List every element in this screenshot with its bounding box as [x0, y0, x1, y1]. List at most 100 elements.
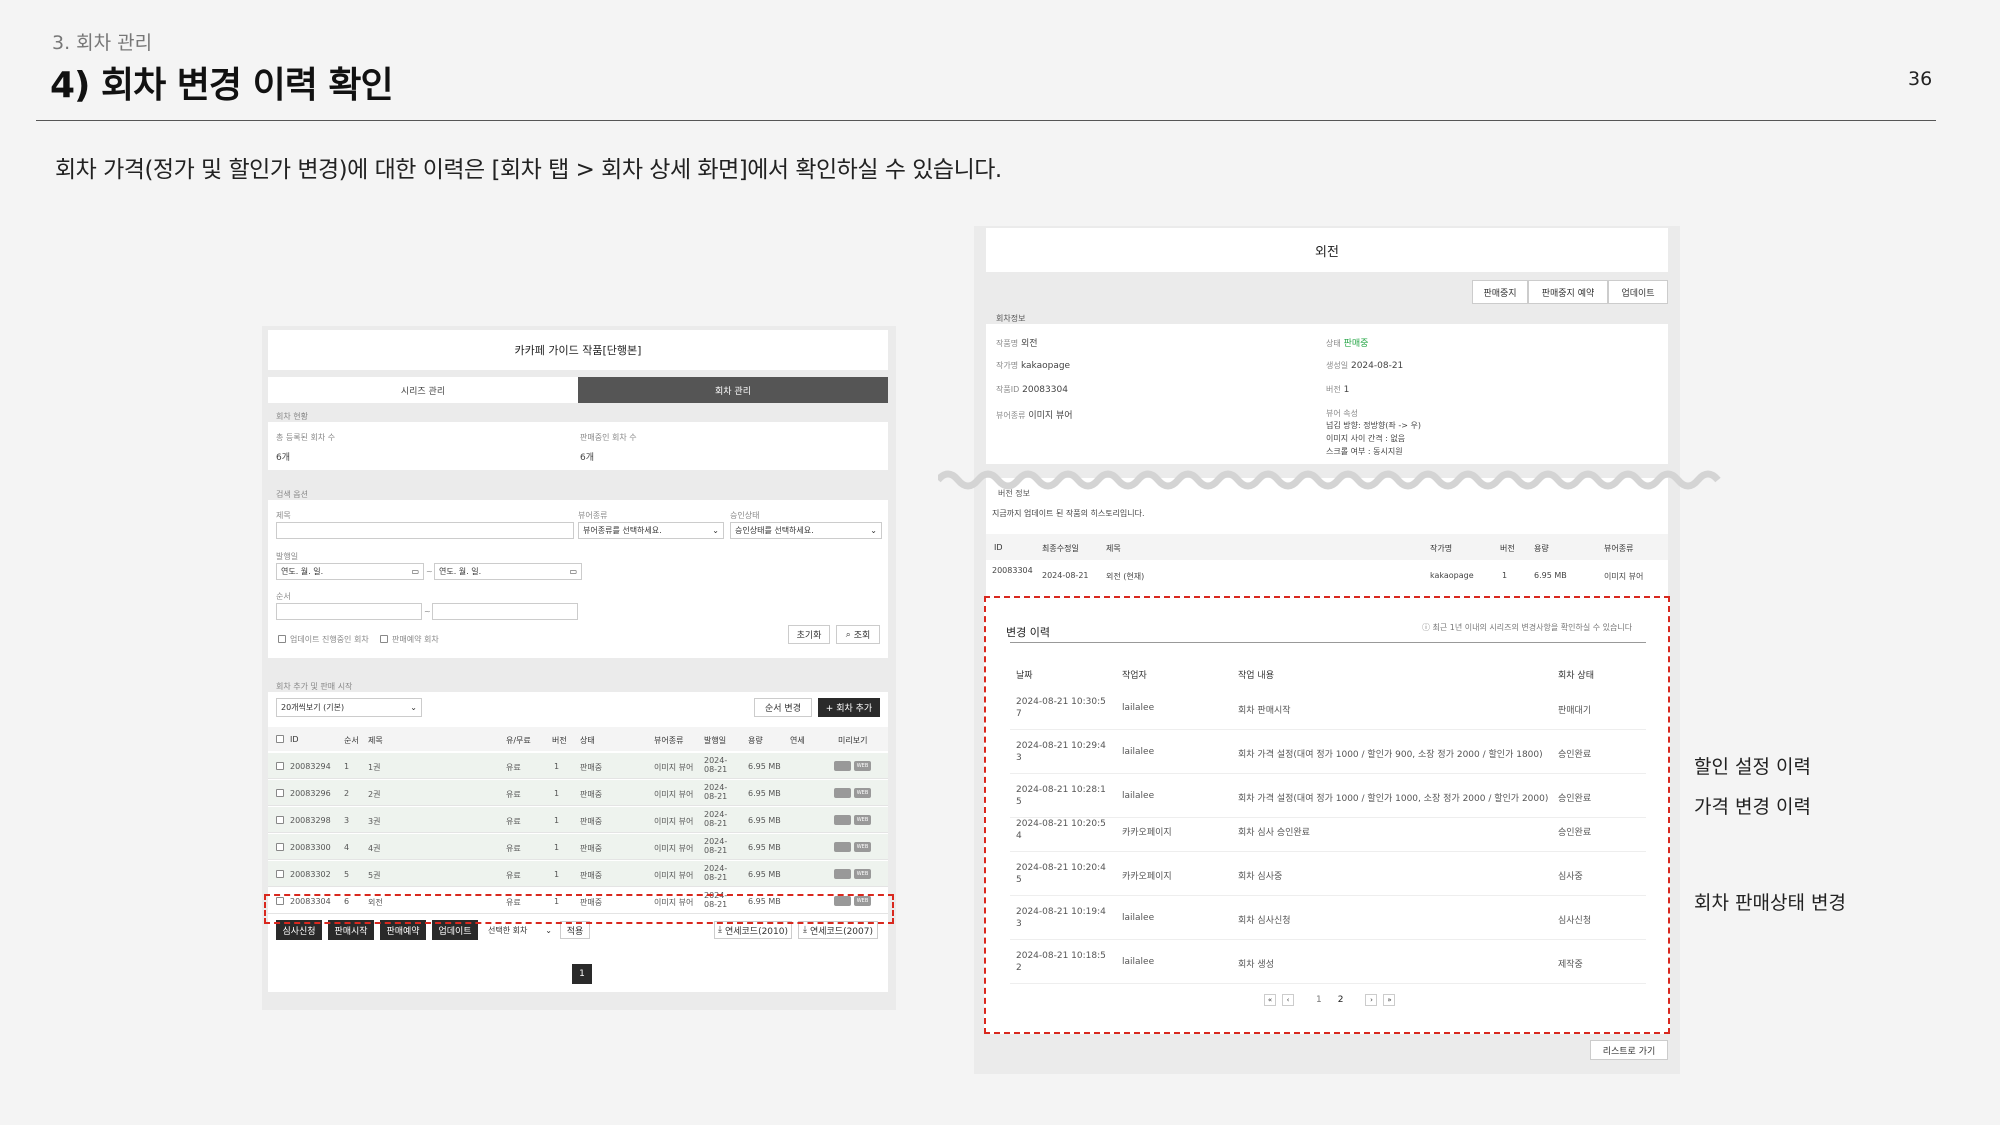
row-checkbox[interactable]: [276, 870, 284, 878]
right-title: 외전: [1315, 244, 1339, 260]
history-row: 2024-08-21 10:19:43 lailalee 회차 심사신청 심사신청: [1010, 902, 1646, 940]
back-to-list-button[interactable]: 리스트로 가기: [1590, 1040, 1668, 1060]
add-episode-button[interactable]: + 회차 추가: [818, 698, 880, 717]
cell-viewer: 이미지 뷰어: [654, 763, 694, 772]
preview-web-button[interactable]: WEB: [854, 788, 871, 798]
update-detail-button[interactable]: 업데이트: [1608, 280, 1668, 304]
approval-select[interactable]: 승인상태를 선택하세요. ⌄: [730, 522, 882, 539]
cell-title: 2권: [368, 790, 381, 799]
reset-button[interactable]: 초기화: [788, 625, 830, 644]
reserve-checkbox-label: 판매예약 회차: [392, 635, 439, 644]
divider: [36, 120, 1936, 121]
tab-series[interactable]: 시리즈 관리: [268, 377, 578, 403]
preview-app-icon[interactable]: [834, 788, 851, 798]
last-page-icon[interactable]: »: [1383, 994, 1396, 1006]
row-checkbox[interactable]: [276, 816, 284, 824]
preview-app-icon[interactable]: [834, 869, 851, 879]
tab-episode[interactable]: 회차 관리: [578, 377, 888, 403]
history-content: 회차 생성: [1238, 960, 1274, 970]
history-state: 판매대기: [1558, 706, 1592, 716]
created-value: 2024-08-21: [1350, 361, 1404, 371]
next-page-icon[interactable]: ›: [1365, 994, 1378, 1006]
order-start-input[interactable]: [276, 603, 422, 620]
col-viewer: 뷰어종류: [654, 736, 684, 745]
calendar-icon: ▭: [411, 567, 419, 576]
cell-date: 2024-08-21: [704, 837, 728, 855]
work-label: 작품명: [996, 339, 1019, 348]
stop-sale-reserve-button[interactable]: 판매중지 예약: [1528, 280, 1608, 304]
stop-sale-button[interactable]: 판매중지: [1472, 280, 1528, 304]
preview-app-icon[interactable]: [834, 815, 851, 825]
prev-page-icon[interactable]: ‹: [1282, 994, 1294, 1006]
download-2007-label: 연세코드(2007): [809, 926, 874, 937]
table-row[interactable]: 20083294 1 1권 유료 1 판매중 이미지 뷰어 2024-08-21 6.95 MB…: [268, 753, 888, 779]
page-1[interactable]: 1: [1316, 995, 1322, 1005]
viewer-select[interactable]: 뷰어종류를 선택하세요. ⌄: [578, 522, 724, 539]
row-checkbox[interactable]: [276, 762, 284, 770]
page-size-select[interactable]: 20개씩보기 (기본) ⌄: [276, 698, 422, 717]
row-checkbox[interactable]: [276, 789, 284, 797]
cell-date: 2024-08-21: [704, 864, 728, 882]
reserve-sale-label: 판매예약: [386, 926, 420, 937]
download-2010-label: 연세코드(2010): [724, 926, 789, 937]
cell-status: 판매중: [580, 790, 603, 799]
date-end-input[interactable]: 연도. 월. 일. ▭: [434, 563, 582, 580]
row-checkbox[interactable]: [276, 843, 284, 851]
cell-order: 3: [344, 816, 350, 825]
chevron-down-icon: ⌄: [870, 526, 877, 535]
first-page-icon[interactable]: «: [1264, 994, 1276, 1006]
range-sep-2: ~: [424, 607, 431, 616]
total-label: 총 등록된 회차 수: [276, 433, 336, 442]
preview-web-button[interactable]: WEB: [854, 815, 871, 825]
history-pagination: « ‹ 1 2 › »: [1264, 994, 1396, 1006]
col-paid: 유/무료: [506, 736, 531, 745]
version-value: 1: [1343, 385, 1350, 395]
search-button[interactable]: ⌕ 조회: [836, 625, 880, 644]
col-title: 제목: [368, 736, 383, 745]
preview-web-button[interactable]: WEB: [854, 842, 871, 852]
preview-app-icon[interactable]: [834, 842, 851, 852]
viewer-attr-line: 넘김 방향: 정방향(좌 -> 우): [1326, 421, 1421, 430]
selling-value: 6개: [580, 453, 595, 463]
page-2[interactable]: 2: [1338, 995, 1344, 1005]
history-card: 변경 이력 ⓘ 최근 1년 이내의 시리즈의 변경사항을 확인하실 수 있습니다…: [984, 596, 1670, 1034]
table-row[interactable]: 20083300 4 4권 유료 1 판매중 이미지 뷰어 2024-08-21 6.95 MB…: [268, 834, 888, 860]
date-start-input[interactable]: 연도. 월. 일. ▭: [276, 563, 424, 580]
version-row[interactable]: 20083304 2024-08-21 외전 (현재) kakaopage 1 …: [986, 562, 1668, 590]
viewer-type-value: 이미지 뷰어: [1028, 411, 1073, 421]
history-user: lailalee: [1122, 957, 1155, 967]
order-end-input[interactable]: [432, 603, 578, 620]
cell-paid: 유료: [506, 844, 521, 853]
table-row[interactable]: 20083296 2 2권 유료 1 판매중 이미지 뷰어 2024-08-21 6.95 MB…: [268, 780, 888, 806]
search-section-label: 검색 옵션: [276, 490, 308, 499]
hcol-user: 작업자: [1122, 671, 1147, 681]
preview-web-button[interactable]: WEB: [854, 761, 871, 771]
cell-id: 20083298: [290, 816, 331, 825]
cell-viewer: 이미지 뷰어: [654, 817, 694, 826]
table-row[interactable]: 20083298 3 3권 유료 1 판매중 이미지 뷰어 2024-08-21 6.95 MB…: [268, 807, 888, 833]
title-input[interactable]: [276, 522, 574, 539]
reserve-checkbox[interactable]: [380, 635, 388, 643]
update-checkbox-label: 업데이트 진행중인 회차: [290, 635, 369, 644]
pagination-page-1[interactable]: 1: [572, 964, 592, 984]
reorder-button[interactable]: 순서 변경: [754, 698, 812, 717]
vrow-viewer: 이미지 뷰어: [1604, 572, 1644, 581]
preview-web-button[interactable]: WEB: [854, 869, 871, 879]
vcol-id: ID: [994, 543, 1003, 552]
cell-paid: 유료: [506, 790, 521, 799]
highlight-box: [264, 894, 894, 924]
cell-title: 4권: [368, 844, 381, 853]
history-row: 2024-08-21 10:29:43 lailalee 회차 가격 설정(대여 정…: [1010, 736, 1646, 774]
update-checkbox[interactable]: [278, 635, 286, 643]
cell-paid: 유료: [506, 763, 521, 772]
author-label: 작가명: [996, 361, 1019, 370]
preview-app-icon[interactable]: [834, 761, 851, 771]
selected-episode-value: 선택한 회차: [488, 925, 528, 935]
select-all-checkbox[interactable]: [276, 735, 284, 743]
cell-order: 2: [344, 789, 350, 798]
table-row[interactable]: 20083302 5 5권 유료 1 판매중 이미지 뷰어 2024-08-21 6.95 MB…: [268, 861, 888, 887]
col-order: 순서: [344, 736, 359, 745]
cell-size: 6.95 MB: [748, 816, 781, 825]
vrow-title: 외전 (현재): [1106, 572, 1145, 581]
cell-date: 2024-08-21: [704, 756, 728, 774]
